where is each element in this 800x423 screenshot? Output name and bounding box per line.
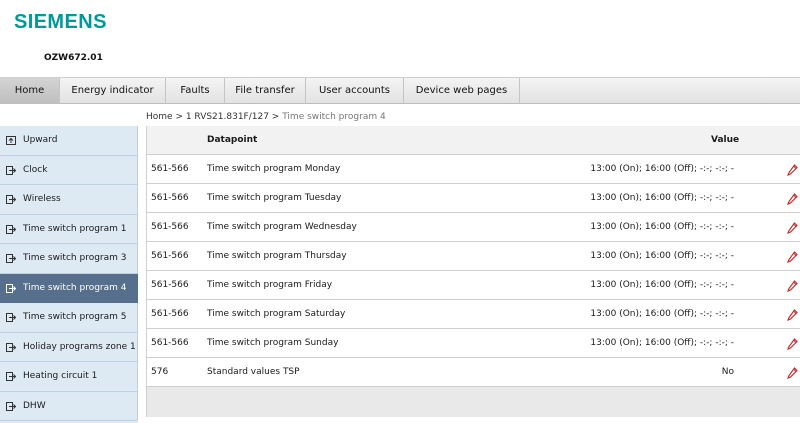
header-value: Value	[711, 135, 740, 145]
pencil-icon[interactable]	[787, 251, 798, 263]
row-datapoint: Time switch program Monday	[207, 164, 341, 174]
table-row: 561-566 Time switch program Wednesday 13:0…	[147, 213, 800, 242]
row-value: 13:00 (On); 16:00 (Off); -:-; -:-; -	[590, 251, 734, 261]
sidebar-item-time-switch-program-3[interactable]: Time switch program 3	[0, 244, 138, 274]
row-datapoint: Standard values TSP	[207, 367, 300, 377]
sidebar-item-upward[interactable]: Upward	[0, 126, 138, 156]
pencil-icon[interactable]	[787, 193, 798, 205]
table-row: 561-566 Time switch program Sunday 13:00 (…	[147, 329, 800, 358]
breadcrumb-path[interactable]: Home > 1 RVS21.831F/127 >	[146, 112, 282, 122]
table-row: 561-566 Time switch program Saturday 13:00…	[147, 300, 800, 329]
sidebar-item-clock[interactable]: Clock	[0, 155, 138, 185]
row-value: No	[721, 367, 734, 377]
table-row: 561-566 Time switch program Tuesday 13:00 …	[147, 184, 800, 213]
table-row: 561-566 Time switch program Thursday 13:00…	[147, 242, 800, 271]
pencil-icon[interactable]	[787, 164, 798, 176]
pencil-icon[interactable]	[787, 367, 798, 379]
sidebar-item-label: Wireless	[23, 194, 61, 205]
row-datapoint: Time switch program Saturday	[207, 309, 346, 319]
row-id: 561-566	[151, 251, 189, 261]
row-datapoint: Time switch program Wednesday	[207, 222, 357, 232]
enter-icon	[6, 224, 17, 234]
table-row: 561-566 Time switch program Friday 13:00 (…	[147, 271, 800, 300]
enter-icon	[6, 254, 17, 263]
pencil-icon[interactable]	[787, 280, 798, 292]
row-value: 13:00 (On); 16:00 (Off); -:-; -:-; -	[590, 164, 734, 174]
tab-home[interactable]: Home	[0, 78, 60, 104]
row-value: 13:00 (On); 16:00 (Off); -:-; -:-; -	[590, 338, 734, 348]
siemens-logo: SIEMENS	[14, 11, 107, 33]
device-name: OZW672.01	[44, 53, 103, 63]
pencil-icon[interactable]	[787, 338, 798, 350]
row-datapoint: Time switch program Friday	[207, 280, 333, 290]
tab-device-web-pages[interactable]: Device web pages	[404, 78, 520, 104]
row-value: 13:00 (On); 16:00 (Off); -:-; -:-; -	[590, 280, 734, 290]
breadcrumb-current: Time switch program 4	[282, 112, 386, 122]
sidebar-item-holiday-programs-zone-1[interactable]: Holiday programs zone 1	[0, 332, 138, 362]
row-value: 13:00 (On); 16:00 (Off); -:-; -:-; -	[590, 193, 734, 203]
table-row: 561-566 Time switch program Monday 13:00 (…	[147, 155, 800, 184]
sidebar-item-time-switch-program-4[interactable]: Time switch program 4	[0, 273, 138, 303]
row-id: 561-566	[151, 280, 189, 290]
sidebar-item-heating-circuit-1[interactable]: Heating circuit 1	[0, 362, 138, 392]
row-value: 13:00 (On); 16:00 (Off); -:-; -:-; -	[590, 309, 734, 319]
enter-icon	[6, 313, 17, 322]
row-id: 561-566	[151, 222, 189, 232]
sidebar-item-label: Clock	[23, 164, 48, 175]
pencil-icon[interactable]	[787, 222, 798, 234]
header: SIEMENS OZW672.01	[0, 0, 800, 77]
row-id: 576	[151, 367, 169, 377]
datapoint-table: Datapoint Value 561-566 Time switch progr…	[146, 126, 800, 417]
pencil-icon[interactable]	[787, 309, 798, 321]
sidebar-item-dhw[interactable]: DHW	[0, 391, 138, 421]
sidebar-item-label: Time switch program 4	[23, 282, 127, 293]
enter-icon	[6, 401, 17, 411]
sidebar-item-label: Upward	[23, 135, 58, 146]
sidebar-item-label: DHW	[23, 400, 46, 411]
tab-user-accounts[interactable]: User accounts	[306, 78, 404, 104]
tab-file-transfer[interactable]: File transfer	[225, 78, 306, 104]
sidebar: Upward Clock Wireless Time switch program 1…	[0, 126, 138, 423]
sidebar-item-wireless[interactable]: Wireless	[0, 185, 138, 215]
row-id: 561-566	[151, 193, 189, 203]
table-row: 576 Standard values TSP No	[147, 358, 800, 387]
row-datapoint: Time switch program Tuesday	[207, 193, 342, 203]
row-id: 561-566	[151, 338, 189, 348]
enter-icon	[6, 165, 17, 175]
main-nav: Home Energy indicator Faults File transfer U…	[0, 77, 800, 104]
row-id: 561-566	[151, 309, 189, 319]
breadcrumb: Home > 1 RVS21.831F/127 > Time switch pr…	[146, 112, 386, 122]
sidebar-item-time-switch-program-1[interactable]: Time switch program 1	[0, 214, 138, 244]
row-datapoint: Time switch program Thursday	[207, 251, 347, 261]
enter-icon	[6, 372, 17, 381]
tab-faults[interactable]: Faults	[166, 78, 225, 104]
table-header: Datapoint Value	[147, 126, 800, 155]
row-datapoint: Time switch program Sunday	[207, 338, 339, 348]
tab-energy-indicator[interactable]: Energy indicator	[60, 78, 166, 104]
sidebar-item-time-switch-program-5[interactable]: Time switch program 5	[0, 303, 138, 333]
enter-icon	[6, 283, 17, 293]
sidebar-item-label: Time switch program 3	[23, 253, 127, 264]
upward-icon	[6, 136, 16, 145]
row-value: 13:00 (On); 16:00 (Off); -:-; -:-; -	[590, 222, 734, 232]
enter-icon	[6, 195, 17, 204]
enter-icon	[6, 342, 17, 352]
header-datapoint: Datapoint	[207, 135, 258, 145]
sidebar-item-label: Time switch program 5	[23, 312, 127, 323]
row-id: 561-566	[151, 164, 189, 174]
sidebar-item-label: Holiday programs zone 1	[23, 341, 136, 352]
sidebar-item-label: Time switch program 1	[23, 223, 127, 234]
sidebar-item-label: Heating circuit 1	[23, 371, 98, 382]
